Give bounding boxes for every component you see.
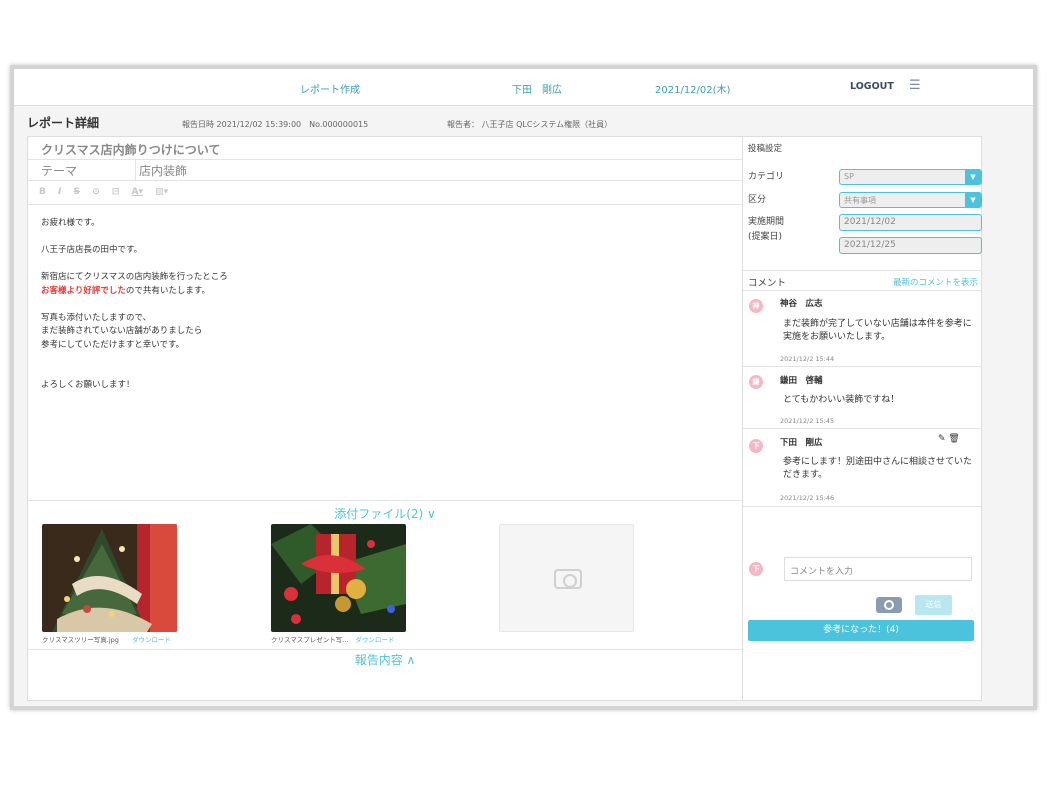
editor-toolbar: B I S ⊝ ⊟ A▾ ▨▾ (28, 181, 742, 205)
date-from-input[interactable]: 2021/12/02 (839, 214, 982, 231)
theme-divider (135, 160, 136, 180)
edit-delete-icons[interactable]: ✎ 🗑 (938, 434, 960, 444)
comment-time: 2021/12/2 15:46 (780, 494, 835, 502)
comment-item: 鎌 鎌田 啓輔 とてもかわいい装飾ですね！ 2021/12/2 15:45 (743, 367, 982, 429)
reporter-info: 報告者： 八王子店 QLCシステム権限（社員） (447, 120, 613, 129)
strikethrough-icon[interactable]: S (74, 187, 80, 197)
comment-time: 2021/12/2 15:45 (780, 417, 835, 425)
dropdown-arrow-icon: ▼ (965, 192, 981, 208)
period-label: 実施期間 (748, 217, 785, 227)
avatar: 下 (749, 439, 763, 453)
italic-icon[interactable]: I (58, 187, 61, 197)
post-settings-title: 投稿設定 (748, 144, 783, 154)
comment-input[interactable]: コメントを入力 (784, 557, 972, 581)
report-subheader: レポート詳細 報告日時 2021/12/02 15:39:00 No.00000… (14, 106, 982, 136)
bold-icon[interactable]: B (39, 187, 46, 197)
category-value: SP (844, 172, 854, 181)
body-line: よろしくお願いします！ (41, 380, 135, 390)
body-line: 写真も添付いたしますので、 (41, 312, 152, 323)
body-text-rest: ので共有いたします。 (125, 285, 210, 296)
body-line: お客様より好評でしたので共有いたします。 (41, 285, 742, 299)
dropdown-arrow-icon: ▼ (965, 169, 981, 185)
comment-text: まだ装飾が完了していない店舗は本件を参考に実施をお願いいたします。 (783, 319, 972, 342)
attachment-thumbnail-tree[interactable] (42, 524, 177, 632)
helpful-button[interactable]: 参考になった！(4) (748, 620, 974, 641)
download-link[interactable]: ダウンロード (355, 636, 394, 644)
category-label: カテゴリ (748, 172, 785, 182)
comment-item: 下 下田 剛広 ✎ 🗑 参考にします！別途田中さんに相談させていただきます。 2… (743, 429, 982, 507)
attachment-thumbnail-present[interactable] (271, 524, 406, 632)
division-label: 区分 (748, 195, 767, 205)
send-button[interactable]: 送信 (915, 595, 952, 615)
unlink-icon[interactable]: ⊟ (112, 187, 120, 197)
body-line: 八王子店店長の田中です。 (41, 245, 143, 255)
report-subject: クリスマス店内飾りつけについて (28, 137, 742, 160)
theme-value: 店内装飾 (139, 164, 188, 178)
camera-icon[interactable] (876, 597, 902, 613)
date-to-input[interactable]: 2021/12/25 (839, 237, 982, 254)
attachments-toggle[interactable]: 添付ファイル(2) ∨ (28, 505, 742, 524)
attachment-filename: クリスマスツリー写真.jpg (42, 636, 119, 644)
report-body: お疲れ様です。 八王子店店長の田中です。 新宿店にてクリスマスの店内装飾を行った… (28, 205, 742, 501)
report-content-toggle[interactable]: 報告内容 ∧ (28, 649, 742, 668)
logout-button[interactable]: LOGOUT (850, 81, 894, 92)
attachment-caption: クリスマスプレゼント写… ダウンロード (271, 634, 394, 644)
right-panel: 投稿設定 カテゴリ SP ▼ 区分 共有事項 ▼ 実施期間 (提案日) 2021… (743, 136, 982, 701)
top-navigation: レポート作成 下田 剛広 2021/12/02(木) LOGOUT ☰ (14, 69, 1033, 106)
comment-author: 下田 剛広 (780, 438, 823, 448)
download-link[interactable]: ダウンロード (132, 636, 171, 644)
add-photo-slot[interactable] (499, 524, 634, 632)
comment-text: とてもかわいい装飾ですね！ (783, 395, 900, 405)
comment-item: 神 神谷 広志 まだ装飾が完了していない店舗は本件を参考に実施をお願いいたします… (743, 291, 982, 367)
division-select[interactable]: 共有事項 ▼ (839, 192, 982, 208)
current-date: 2021/12/02(木) (655, 85, 731, 96)
highlighted-text: お客様より好評でした (41, 285, 126, 296)
theme-row: テーマ 店内装飾 (28, 160, 742, 181)
background-color-icon[interactable]: ▨▾ (155, 187, 168, 197)
division-value: 共有事項 (844, 196, 876, 205)
attachment-caption: クリスマスツリー写真.jpg ダウンロード (42, 634, 171, 644)
show-latest-comments-link[interactable]: 最新のコメントを表示 (893, 276, 978, 288)
comments-label: コメント (748, 278, 787, 289)
user-name: 下田 剛広 (512, 85, 562, 96)
comment-author: 鎌田 啓輔 (780, 376, 823, 386)
comment-text: 参考にします！別途田中さんに相談させていただきます。 (783, 457, 973, 480)
avatar: 鎌 (749, 375, 763, 389)
comment-time: 2021/12/2 15:44 (780, 355, 835, 363)
body-line: 参考にしていただけますと幸いです。 (41, 339, 185, 350)
app-window: レポート作成 下田 剛広 2021/12/02(木) LOGOUT ☰ レポート… (10, 65, 1037, 710)
page-title: レポート詳細 (27, 116, 100, 130)
hamburger-menu-icon[interactable]: ☰ (909, 78, 921, 93)
report-content-panel: クリスマス店内飾りつけについて テーマ 店内装飾 B I S ⊝ ⊟ A▾ ▨▾… (27, 136, 743, 701)
font-color-icon[interactable]: A▾ (132, 187, 143, 197)
avatar: 下 (749, 562, 763, 576)
attachment-filename: クリスマスプレゼント写… (271, 636, 349, 644)
attachments-list: クリスマスツリー写真.jpg ダウンロード クリスマスプレゼント写… ダウンロー… (28, 524, 742, 649)
nav-create-report[interactable]: レポート作成 (300, 81, 360, 96)
theme-label: テーマ (41, 164, 78, 178)
comment-author: 神谷 広志 (780, 299, 823, 309)
body-line: お疲れ様です。 (41, 218, 100, 228)
camera-icon (554, 569, 582, 589)
category-select[interactable]: SP ▼ (839, 169, 982, 185)
body-line: まだ装飾されていない店舗がありましたら (41, 326, 203, 336)
period-sublabel: (提案日) (748, 232, 783, 242)
report-datetime: 報告日時 2021/12/02 15:39:00 No.000000015 (182, 120, 369, 129)
comments-header: コメント 最新のコメントを表示 (743, 270, 982, 291)
avatar: 神 (749, 299, 763, 313)
body-line: 新宿店にてクリスマスの店内装飾を行ったところ (41, 272, 228, 282)
link-icon[interactable]: ⊝ (92, 187, 100, 197)
